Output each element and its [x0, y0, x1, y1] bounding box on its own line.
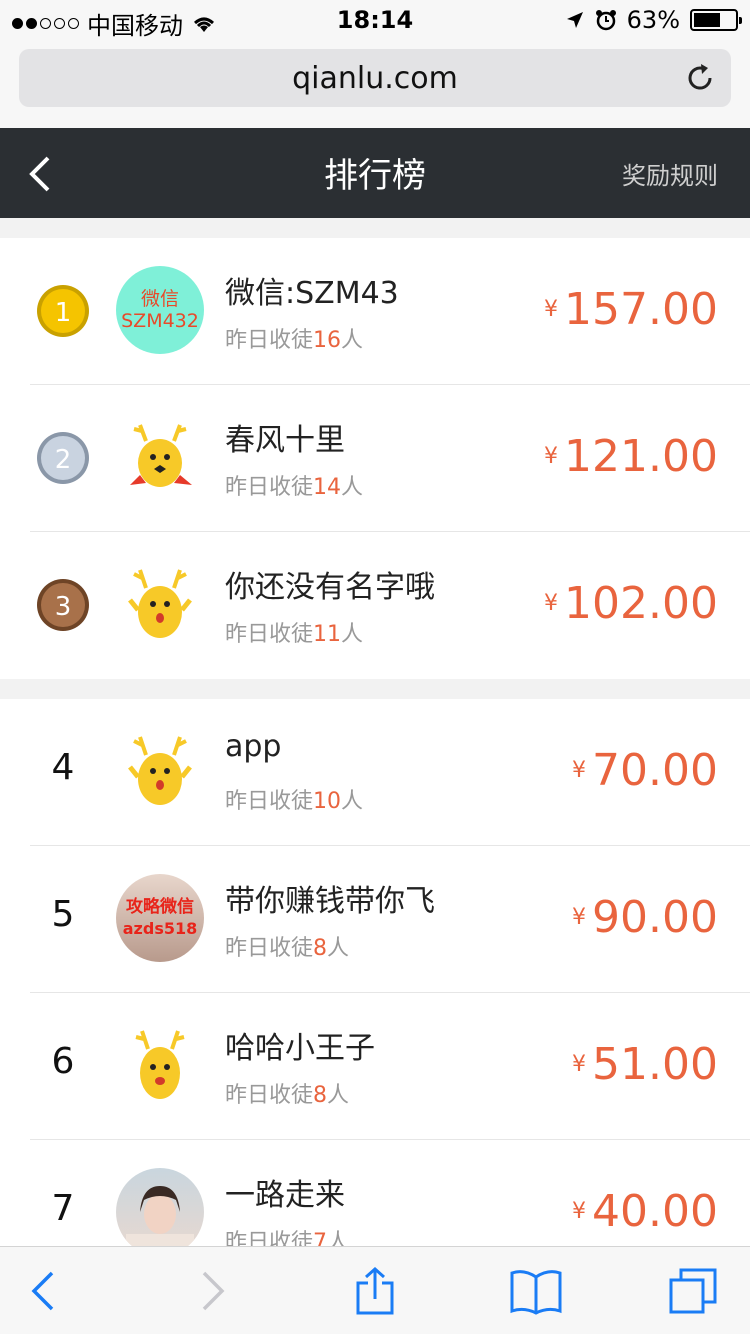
- avatar: [116, 1168, 204, 1246]
- leaderboard-row[interactable]: 4 app 昨日收徒10人 ¥70.00: [0, 699, 750, 846]
- leaderboard: 1 微信 SZM432 微信:SZM43 昨日收徒16人 ¥157.00 2 春…: [0, 218, 750, 1246]
- avatar: [116, 560, 204, 648]
- reward-amount: ¥90.00: [572, 892, 718, 943]
- top-three-section: 1 微信 SZM432 微信:SZM43 昨日收徒16人 ¥157.00 2 春…: [0, 238, 750, 679]
- reward-amount: ¥51.00: [572, 1039, 718, 1090]
- leaderboard-row[interactable]: 3 你还没有名字哦 昨日收徒11人 ¥102.00: [0, 532, 750, 679]
- recruit-count: 16: [313, 328, 342, 353]
- share-icon[interactable]: [350, 1267, 400, 1315]
- recruit-count: 7: [313, 1230, 328, 1246]
- battery-percent: 63%: [626, 6, 680, 34]
- nav-bar: 排行榜 奖励规则: [0, 128, 750, 218]
- recruit-info: 昨日收徒16人: [225, 328, 364, 353]
- battery-icon: [690, 9, 742, 31]
- url-text: qianlu.com: [292, 61, 458, 96]
- recruit-info: 昨日收徒14人: [225, 475, 364, 500]
- reward-rules-link[interactable]: 奖励规则: [622, 156, 718, 191]
- avatar: [116, 727, 204, 815]
- status-right: 63%: [565, 6, 742, 34]
- recruit-count: 8: [313, 936, 328, 961]
- recruit-count: 8: [313, 1083, 328, 1108]
- recruit-info: 昨日收徒10人: [225, 789, 364, 814]
- reward-amount: ¥121.00: [544, 431, 718, 482]
- silver-medal-icon: 2: [37, 432, 89, 484]
- avatar-text-line1: 微信: [140, 288, 179, 310]
- deer-mascot-icon: [128, 569, 192, 638]
- user-name: app: [225, 729, 282, 764]
- reward-amount: ¥40.00: [572, 1186, 718, 1237]
- user-name: 带你赚钱带你飞: [225, 884, 435, 919]
- avatar-text-line2: azds518: [122, 919, 198, 938]
- avatar-text-line1: 攻略微信: [126, 897, 194, 917]
- bronze-medal-icon: 3: [37, 579, 89, 631]
- bookmarks-icon[interactable]: [508, 1267, 564, 1315]
- recruit-info: 昨日收徒11人: [225, 622, 364, 647]
- reward-amount: ¥70.00: [572, 745, 718, 796]
- user-name: 哈哈小王子: [225, 1031, 375, 1066]
- rank-number: 7: [51, 1188, 75, 1229]
- leaderboard-row[interactable]: 1 微信 SZM432 微信:SZM43 昨日收徒16人 ¥157.00: [0, 238, 750, 385]
- avatar: [116, 1021, 204, 1109]
- address-bar[interactable]: qianlu.com: [19, 49, 731, 107]
- recruit-info: 昨日收徒8人: [225, 1083, 350, 1108]
- deer-mascot-icon: [128, 736, 192, 805]
- svg-text:1: 1: [55, 298, 72, 328]
- browser-address-area: qianlu.com: [0, 40, 750, 128]
- recruit-info: 昨日收徒7人: [225, 1224, 349, 1246]
- leaderboard-row[interactable]: 2 春风十里 昨日收徒14人 ¥121.00: [0, 385, 750, 532]
- user-name: 一路走来: [225, 1178, 345, 1213]
- leaderboard-row[interactable]: 5 攻略微信 azds518 带你赚钱带你飞 昨日收徒8人 ¥90.00: [0, 846, 750, 993]
- svg-text:2: 2: [55, 445, 72, 475]
- recruit-count: 10: [313, 789, 342, 814]
- browser-back-icon[interactable]: [20, 1267, 70, 1315]
- deer-mascot-icon: [135, 1030, 185, 1099]
- reward-amount: ¥102.00: [544, 578, 718, 629]
- alarm-icon: [595, 10, 616, 31]
- deer-mascot-icon: [130, 424, 192, 487]
- reload-icon[interactable]: [683, 61, 717, 95]
- location-icon: [566, 12, 583, 28]
- leaderboard-row[interactable]: 6 哈哈小王子 昨日收徒8人 ¥51.00: [0, 993, 750, 1140]
- user-name: 你还没有名字哦: [225, 570, 435, 605]
- recruit-count: 11: [313, 622, 342, 647]
- gold-medal-icon: 1: [37, 285, 89, 337]
- tabs-icon[interactable]: [668, 1267, 718, 1315]
- ranking-list-section: 4 app 昨日收徒10人 ¥70.00 5 攻略微信 azds518 带你赚钱…: [0, 699, 750, 1246]
- leaderboard-row[interactable]: 7 一路走来 昨日收徒7人 ¥40.00: [0, 1140, 750, 1246]
- person-photo-icon: [126, 1186, 194, 1246]
- user-name: 春风十里: [225, 423, 345, 458]
- status-bar: 中国移动 18:14 63%: [0, 0, 750, 40]
- avatar-text-line2: SZM432: [121, 310, 199, 332]
- browser-forward-icon[interactable]: [186, 1267, 236, 1315]
- rank-number: 5: [51, 894, 75, 935]
- avatar: 微信 SZM432: [116, 266, 204, 354]
- browser-toolbar: [0, 1246, 750, 1334]
- rank-number: 6: [51, 1041, 75, 1082]
- avatar: 攻略微信 azds518: [116, 874, 204, 962]
- svg-text:3: 3: [55, 592, 72, 622]
- avatar: [116, 413, 204, 501]
- recruit-info: 昨日收徒8人: [225, 936, 350, 961]
- user-name: 微信:SZM43: [225, 276, 399, 311]
- reward-amount: ¥157.00: [544, 284, 718, 335]
- rank-number: 4: [51, 747, 75, 788]
- recruit-count: 14: [313, 475, 342, 500]
